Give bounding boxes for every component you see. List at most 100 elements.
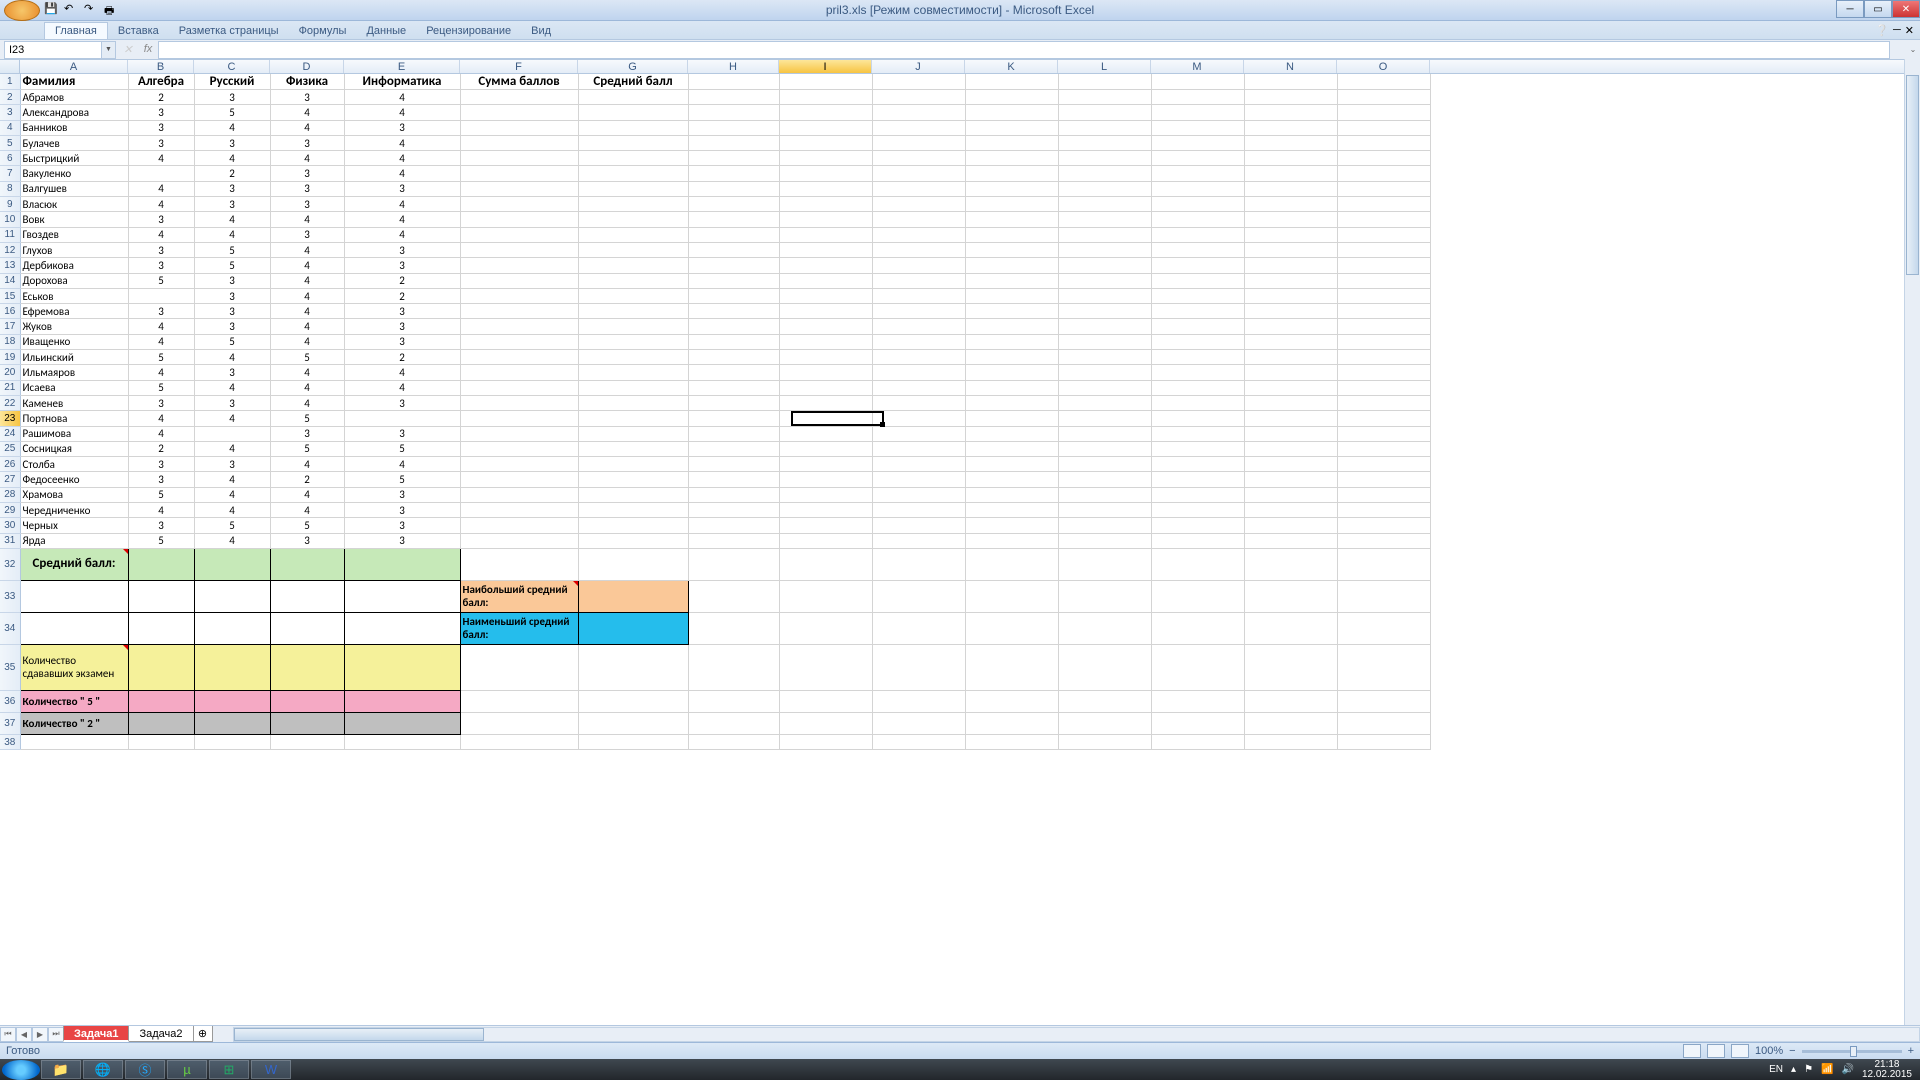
cell[interactable] — [1337, 212, 1430, 227]
cell[interactable] — [688, 690, 779, 712]
tab-data[interactable]: Данные — [356, 23, 416, 39]
zoom-in-icon[interactable]: + — [1908, 1045, 1914, 1057]
cell[interactable]: 4 — [128, 426, 194, 441]
cell[interactable] — [1244, 487, 1337, 502]
cell[interactable] — [460, 426, 578, 441]
cell[interactable] — [1244, 644, 1337, 690]
cell[interactable] — [1244, 580, 1337, 612]
skype-icon[interactable]: Ⓢ — [125, 1060, 165, 1079]
cell[interactable]: 3 — [270, 426, 344, 441]
row-header[interactable]: 12 — [0, 242, 20, 257]
cell[interactable] — [779, 90, 872, 105]
cell[interactable] — [1058, 395, 1151, 410]
cell[interactable] — [965, 712, 1058, 734]
zoom-level[interactable]: 100% — [1755, 1045, 1783, 1057]
cell[interactable] — [460, 380, 578, 395]
cell[interactable] — [460, 288, 578, 303]
cell[interactable] — [1058, 487, 1151, 502]
cell[interactable] — [578, 690, 688, 712]
cell[interactable] — [578, 580, 688, 612]
cell[interactable] — [1151, 365, 1244, 380]
cell[interactable]: 4 — [194, 120, 270, 135]
cell[interactable] — [872, 197, 965, 212]
cell[interactable] — [965, 304, 1058, 319]
cell[interactable] — [965, 74, 1058, 90]
cell[interactable]: 4 — [270, 334, 344, 349]
tab-formulas[interactable]: Формулы — [289, 23, 357, 39]
cell[interactable] — [128, 580, 194, 612]
cell[interactable]: 4 — [194, 212, 270, 227]
cell[interactable] — [779, 288, 872, 303]
cell[interactable] — [1058, 288, 1151, 303]
cell[interactable] — [1151, 166, 1244, 181]
cell[interactable] — [965, 350, 1058, 365]
cell[interactable] — [1337, 319, 1430, 334]
cell[interactable] — [1337, 644, 1430, 690]
doc-close-icon[interactable]: ✕ — [1905, 24, 1914, 37]
cell[interactable] — [460, 518, 578, 533]
cell[interactable] — [872, 395, 965, 410]
cell[interactable]: 2 — [194, 166, 270, 181]
row-header[interactable]: 9 — [0, 197, 20, 212]
cell[interactable] — [578, 288, 688, 303]
cell[interactable] — [965, 518, 1058, 533]
cell[interactable] — [194, 690, 270, 712]
cell[interactable] — [1058, 533, 1151, 548]
cell[interactable] — [1151, 181, 1244, 196]
maximize-button[interactable]: ▭ — [1864, 0, 1892, 18]
cell[interactable] — [344, 644, 460, 690]
cell[interactable] — [1151, 644, 1244, 690]
cell[interactable]: Федосеенко — [20, 472, 128, 487]
cell[interactable] — [1151, 242, 1244, 257]
cell[interactable] — [688, 212, 779, 227]
cell[interactable] — [872, 548, 965, 580]
cell[interactable]: 5 — [270, 350, 344, 365]
row-header[interactable]: 5 — [0, 135, 20, 150]
tab-first-icon[interactable]: ⏮ — [0, 1027, 16, 1042]
cell[interactable] — [460, 734, 578, 749]
cell[interactable]: 3 — [344, 487, 460, 502]
cell[interactable]: Алгебра — [128, 74, 194, 90]
cell[interactable] — [872, 457, 965, 472]
cell[interactable] — [460, 135, 578, 150]
cell[interactable] — [688, 503, 779, 518]
cell[interactable] — [20, 612, 128, 644]
cell[interactable] — [1058, 411, 1151, 426]
cell[interactable]: 4 — [270, 288, 344, 303]
row-header[interactable]: 38 — [0, 734, 20, 749]
cell[interactable]: 2 — [128, 441, 194, 456]
cell[interactable]: 3 — [128, 135, 194, 150]
cell[interactable]: 4 — [128, 334, 194, 349]
cell[interactable] — [779, 304, 872, 319]
cell[interactable] — [1244, 181, 1337, 196]
cell[interactable] — [779, 580, 872, 612]
cell[interactable] — [688, 304, 779, 319]
cell[interactable] — [872, 90, 965, 105]
cell[interactable] — [872, 472, 965, 487]
cell[interactable]: 4 — [194, 472, 270, 487]
cell[interactable] — [1337, 181, 1430, 196]
cell[interactable] — [965, 181, 1058, 196]
cell[interactable]: 4 — [128, 411, 194, 426]
row-header[interactable]: 1 — [0, 74, 20, 90]
col-header[interactable]: C — [194, 60, 270, 73]
cell[interactable] — [779, 734, 872, 749]
cell[interactable] — [779, 74, 872, 90]
cell[interactable]: 5 — [194, 334, 270, 349]
cell[interactable] — [578, 426, 688, 441]
cell[interactable] — [194, 612, 270, 644]
cell[interactable] — [1058, 181, 1151, 196]
cell[interactable] — [1244, 533, 1337, 548]
cell[interactable]: Абрамов — [20, 90, 128, 105]
cell[interactable] — [688, 411, 779, 426]
col-header[interactable]: F — [460, 60, 578, 73]
cell[interactable]: 3 — [344, 518, 460, 533]
cell[interactable]: 4 — [270, 242, 344, 257]
view-normal-icon[interactable] — [1683, 1044, 1701, 1058]
row-header[interactable]: 2 — [0, 90, 20, 105]
cell[interactable] — [194, 644, 270, 690]
cell[interactable] — [688, 181, 779, 196]
cell[interactable] — [460, 258, 578, 273]
cell[interactable]: 3 — [128, 105, 194, 120]
cell[interactable]: 5 — [194, 518, 270, 533]
